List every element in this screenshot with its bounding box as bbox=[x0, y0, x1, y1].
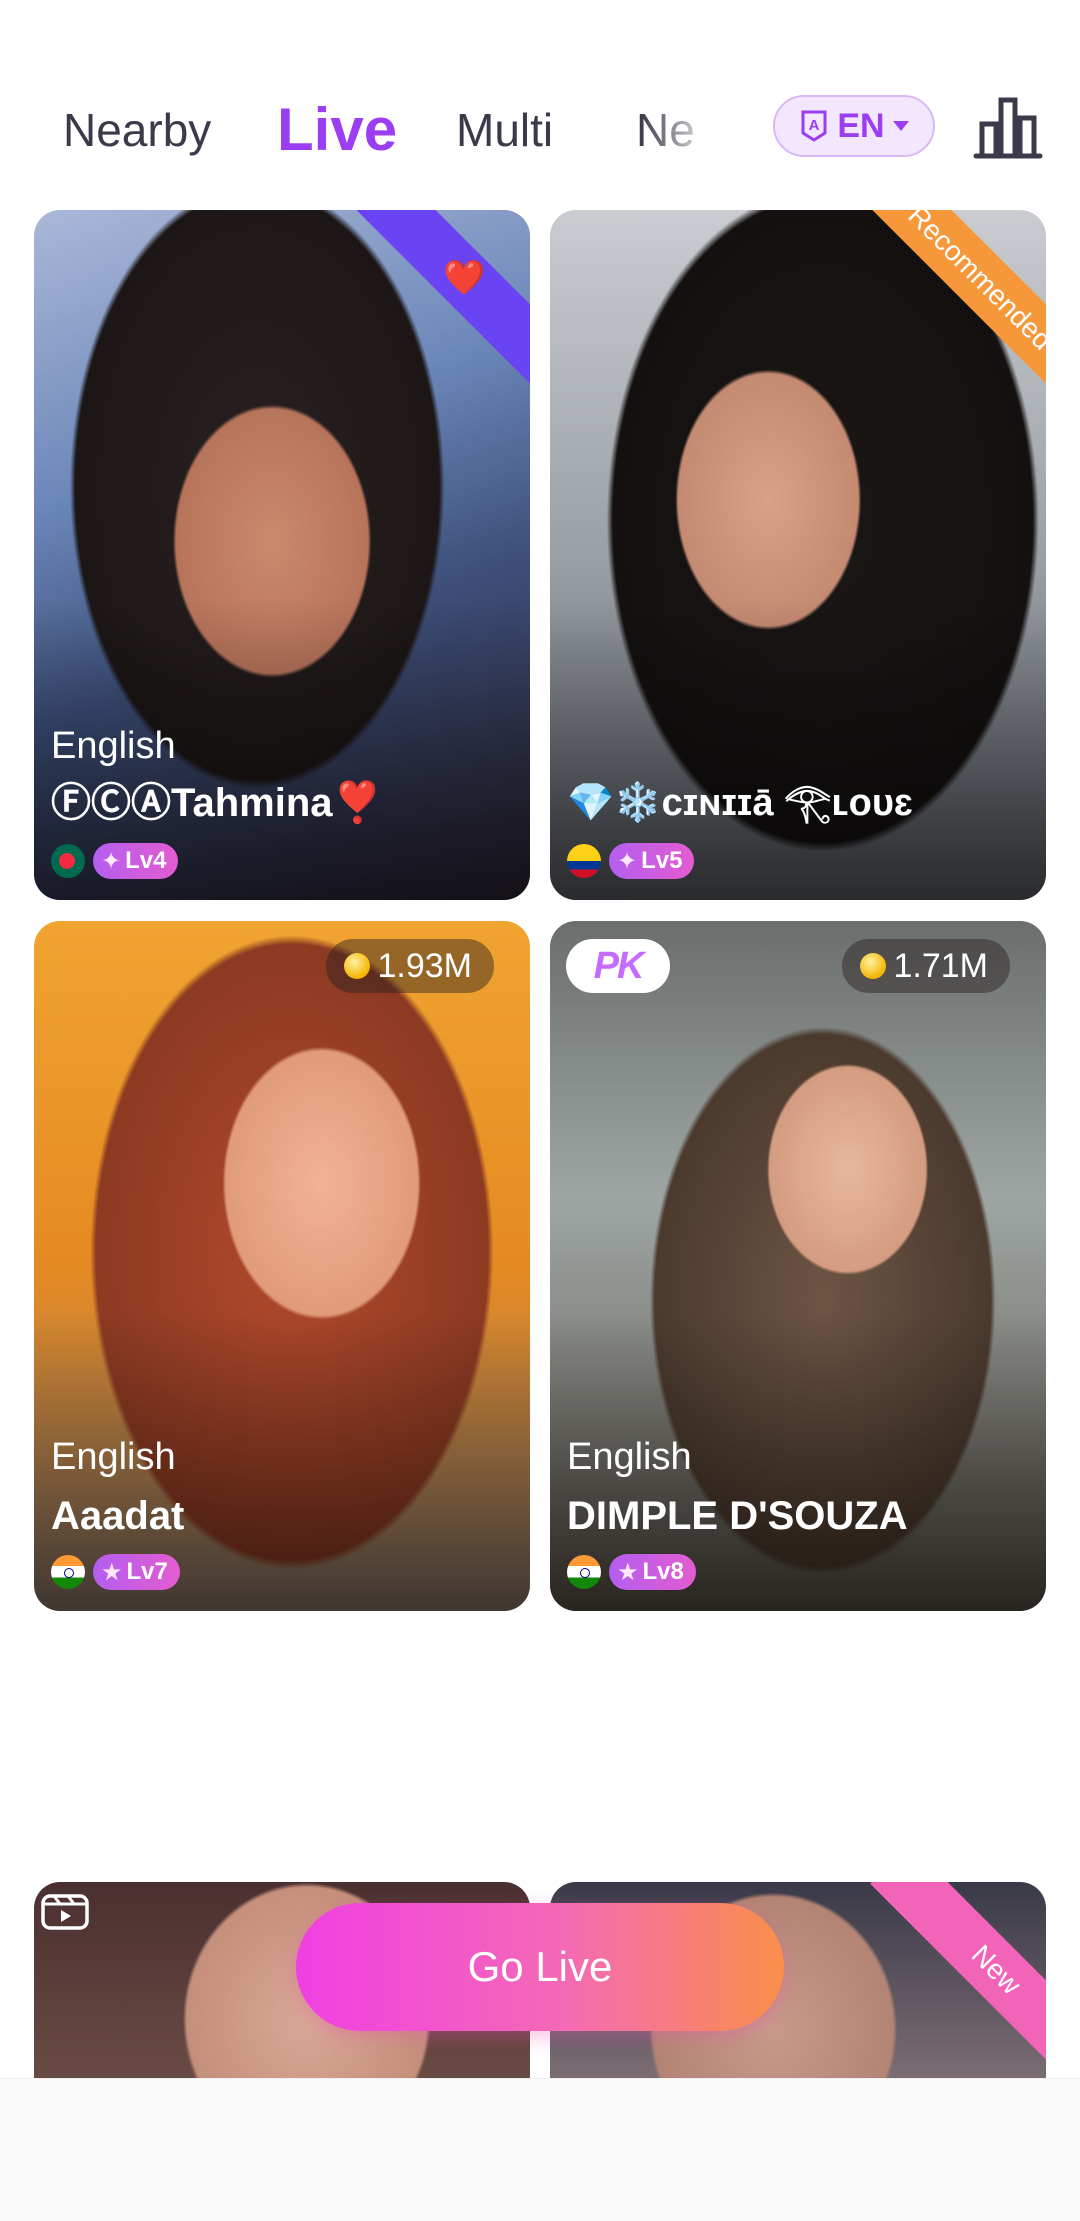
card-meta: ✦ Lv4 bbox=[51, 842, 179, 880]
language-label: EN bbox=[837, 106, 885, 145]
star-icon: ★ bbox=[617, 1558, 639, 1586]
bottom-bar bbox=[0, 2078, 1080, 2221]
sparkle-icon: ✦ bbox=[101, 847, 122, 875]
card-meta: ★ Lv7 bbox=[51, 1553, 180, 1591]
card-host-name: Aaadat bbox=[51, 1494, 185, 1538]
pk-badge: PK bbox=[566, 939, 670, 993]
tab-multi[interactable]: Multi bbox=[456, 90, 553, 170]
star-icon: ★ bbox=[101, 1558, 123, 1586]
flag-colombia-icon bbox=[567, 844, 601, 878]
card-host-name: DIMPLE D'SOUZA bbox=[567, 1494, 908, 1538]
live-card[interactable]: ❤️ English ⒻⒸⒶTahmina❣️ ✦ Lv4 bbox=[34, 210, 530, 900]
go-live-button[interactable]: Go Live bbox=[296, 1903, 784, 2031]
card-ribbon: Recommended bbox=[854, 210, 1046, 404]
card-ribbon: New bbox=[870, 1882, 1046, 2078]
flag-bangladesh-icon bbox=[51, 844, 85, 878]
svg-text:A: A bbox=[809, 117, 820, 134]
level-badge: ✦ Lv4 bbox=[93, 843, 179, 879]
sparkle-icon: ✦ bbox=[617, 847, 638, 875]
card-meta: ★ Lv8 bbox=[567, 1553, 696, 1591]
level-badge: ✦ Lv5 bbox=[609, 843, 695, 879]
live-card[interactable]: 1.93M English Aaadat ★ Lv7 bbox=[34, 921, 530, 1611]
flag-india-icon bbox=[51, 1555, 85, 1589]
card-meta: ✦ Lv5 bbox=[567, 842, 695, 880]
card-host-name: 💎❄️cɪɴɪɪā 𓂀ʟoᴜɛ bbox=[567, 782, 913, 824]
card-language: English bbox=[51, 1436, 176, 1478]
card-ribbon: ❤️ bbox=[338, 210, 530, 404]
coin-icon bbox=[343, 953, 370, 979]
tab-live[interactable]: Live bbox=[277, 90, 397, 170]
coin-count-badge: 1.71M bbox=[841, 939, 1010, 993]
live-card[interactable]: PK 1.71M English DIMPLE D'SOUZA ★ Lv8 bbox=[550, 921, 1046, 1611]
card-language: English bbox=[51, 725, 176, 767]
heart-wings-icon: ❤️ bbox=[442, 259, 486, 297]
coin-icon bbox=[859, 953, 886, 979]
level-badge: ★ Lv8 bbox=[609, 1554, 696, 1590]
flag-india-icon bbox=[567, 1555, 601, 1589]
language-button[interactable]: A EN bbox=[773, 95, 935, 157]
video-reel-icon bbox=[41, 1894, 89, 1930]
coin-count-badge: 1.93M bbox=[325, 939, 494, 993]
translate-badge-icon: A bbox=[801, 110, 827, 142]
tab-overflow-fade bbox=[640, 90, 750, 170]
card-host-name: ⒻⒸⒶTahmina❣️ bbox=[51, 781, 383, 825]
tab-nearby[interactable]: Nearby bbox=[63, 90, 211, 170]
bar-chart-icon[interactable] bbox=[972, 94, 1044, 160]
chevron-down-icon bbox=[892, 121, 909, 131]
live-card[interactable]: Recommended 💎❄️cɪɴɪɪā 𓂀ʟoᴜɛ ✦ Lv5 bbox=[550, 210, 1046, 900]
level-badge: ★ Lv7 bbox=[93, 1554, 180, 1590]
card-language: English bbox=[567, 1436, 692, 1478]
